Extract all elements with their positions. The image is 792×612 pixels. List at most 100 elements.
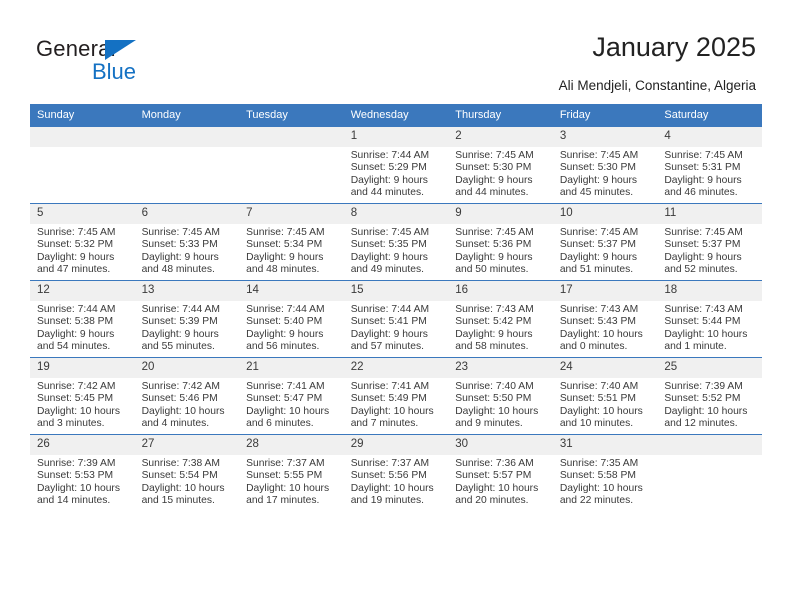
day-number <box>657 435 762 455</box>
sunrise-text: Sunrise: 7:45 AM <box>141 227 220 238</box>
sunset-text: Sunset: 5:29 PM <box>350 162 427 174</box>
calendar-day-cell[interactable]: 2 Sunrise: 7:45 AM Sunset: 5:30 PM Daylight… <box>448 126 553 204</box>
day-number: 22 <box>343 358 449 378</box>
general-blue-logo[interactable]: General Blue <box>36 36 176 88</box>
day-number: 14 <box>239 281 344 301</box>
sunrise-text: Sunrise: 7:37 AM <box>246 458 325 469</box>
calendar-day-cell[interactable]: 25 Sunrise: 7:39 AM Sunset: 5:52 PM Dayligh… <box>657 357 762 435</box>
sunset-text: Sunset: 5:52 PM <box>664 393 741 405</box>
calendar-day-cell[interactable]: 5 Sunrise: 7:45 AM Sunset: 5:32 PM Daylight… <box>30 203 135 281</box>
day-number <box>134 127 240 147</box>
calendar-day-cell[interactable]: 27 Sunrise: 7:38 AM Sunset: 5:54 PM Dayligh… <box>134 434 240 511</box>
daylight-text-line2: and 0 minutes. <box>559 341 628 353</box>
day-details: Sunrise: 7:43 AM Sunset: 5:44 PM Daylight:… <box>657 301 762 354</box>
daylight-text-line1: Daylight: 10 hours <box>559 405 643 417</box>
day-details: Sunrise: 7:37 AM Sunset: 5:56 PM Daylight:… <box>344 455 449 508</box>
daylight-text-line2: and 51 minutes. <box>559 264 634 276</box>
sunrise-text: Sunrise: 7:43 AM <box>455 304 534 315</box>
weekday-header-friday: Friday <box>552 104 658 127</box>
calendar-day-cell[interactable]: 11 Sunrise: 7:45 AM Sunset: 5:37 PM Dayligh… <box>657 203 762 281</box>
daylight-text-line2: and 9 minutes. <box>455 418 523 430</box>
calendar-day-cell[interactable]: 18 Sunrise: 7:43 AM Sunset: 5:44 PM Dayligh… <box>657 280 762 358</box>
daylight-text-line2: and 12 minutes. <box>664 418 738 430</box>
sunrise-text: Sunrise: 7:45 AM <box>455 227 534 238</box>
daylight-text-line2: and 22 minutes. <box>559 495 634 507</box>
calendar-day-cell[interactable]: 15 Sunrise: 7:44 AM Sunset: 5:41 PM Dayligh… <box>343 280 449 358</box>
day-number: 18 <box>657 281 762 301</box>
calendar-day-cell[interactable]: 23 Sunrise: 7:40 AM Sunset: 5:50 PM Dayligh… <box>448 357 553 435</box>
day-details: Sunrise: 7:42 AM Sunset: 5:46 PM Daylight:… <box>135 378 240 431</box>
calendar-day-cell[interactable]: 12 Sunrise: 7:44 AM Sunset: 5:38 PM Dayligh… <box>30 280 135 358</box>
calendar-day-cell[interactable]: 7 Sunrise: 7:45 AM Sunset: 5:34 PM Daylight… <box>239 203 344 281</box>
calendar-day-cell[interactable]: 9 Sunrise: 7:45 AM Sunset: 5:36 PM Daylight… <box>448 203 553 281</box>
calendar-day-cell[interactable]: 6 Sunrise: 7:45 AM Sunset: 5:33 PM Daylight… <box>134 203 240 281</box>
daylight-text-line1: Daylight: 10 hours <box>350 405 434 417</box>
daylight-text-line1: Daylight: 10 hours <box>559 482 643 494</box>
sunrise-text: Sunrise: 7:39 AM <box>37 458 116 469</box>
calendar-day-cell[interactable]: 31 Sunrise: 7:35 AM Sunset: 5:58 PM Dayligh… <box>552 434 658 511</box>
calendar-day-cell[interactable]: 26 Sunrise: 7:39 AM Sunset: 5:53 PM Dayligh… <box>30 434 135 511</box>
calendar-day-cell[interactable]: 29 Sunrise: 7:37 AM Sunset: 5:56 PM Dayligh… <box>343 434 449 511</box>
day-number: 7 <box>239 204 344 224</box>
sunset-text: Sunset: 5:49 PM <box>350 393 427 405</box>
daylight-text-line2: and 55 minutes. <box>141 341 215 353</box>
weekday-header-saturday: Saturday <box>657 104 762 127</box>
day-number: 3 <box>552 127 658 147</box>
calendar-day-cell[interactable]: 16 Sunrise: 7:43 AM Sunset: 5:42 PM Dayligh… <box>448 280 553 358</box>
calendar-day-cell[interactable]: 19 Sunrise: 7:42 AM Sunset: 5:45 PM Dayligh… <box>30 357 135 435</box>
calendar-week-row: 12 Sunrise: 7:44 AM Sunset: 5:38 PM Dayligh… <box>30 280 762 358</box>
triangle-icon <box>105 40 136 60</box>
day-details: Sunrise: 7:45 AM Sunset: 5:32 PM Daylight:… <box>30 224 135 277</box>
weekday-header-sunday: Sunday <box>30 104 135 127</box>
daylight-text-line1: Daylight: 9 hours <box>141 251 219 263</box>
sunrise-text: Sunrise: 7:44 AM <box>350 304 430 315</box>
sunrise-text: Sunrise: 7:41 AM <box>246 381 325 392</box>
sunset-text: Sunset: 5:45 PM <box>37 393 114 405</box>
calendar-day-cell[interactable]: 1 Sunrise: 7:44 AM Sunset: 5:29 PM Daylight… <box>343 126 449 204</box>
daylight-text-line2: and 14 minutes. <box>37 495 111 507</box>
day-number: 17 <box>552 281 658 301</box>
calendar-day-cell[interactable]: 22 Sunrise: 7:41 AM Sunset: 5:49 PM Dayligh… <box>343 357 449 435</box>
daylight-text-line2: and 46 minutes. <box>664 187 738 199</box>
calendar-day-cell[interactable]: 30 Sunrise: 7:36 AM Sunset: 5:57 PM Dayligh… <box>448 434 553 511</box>
day-number: 30 <box>448 435 553 455</box>
daylight-text-line2: and 54 minutes. <box>37 341 111 353</box>
daylight-text-line2: and 4 minutes. <box>141 418 210 430</box>
calendar-day-cell[interactable]: 8 Sunrise: 7:45 AM Sunset: 5:35 PM Daylight… <box>343 203 449 281</box>
calendar-day-cell[interactable]: 3 Sunrise: 7:45 AM Sunset: 5:30 PM Daylight… <box>552 126 658 204</box>
daylight-text-line1: Daylight: 9 hours <box>246 251 324 263</box>
calendar-day-cell[interactable]: 17 Sunrise: 7:43 AM Sunset: 5:43 PM Dayligh… <box>552 280 658 358</box>
day-details: Sunrise: 7:45 AM Sunset: 5:34 PM Daylight:… <box>239 224 344 277</box>
sunset-text: Sunset: 5:47 PM <box>246 393 323 405</box>
logo-text-blue: Blue <box>92 59 137 84</box>
day-number: 2 <box>448 127 553 147</box>
calendar-day-cell[interactable]: 14 Sunrise: 7:44 AM Sunset: 5:40 PM Dayligh… <box>239 280 344 358</box>
sunset-text: Sunset: 5:38 PM <box>37 316 114 328</box>
calendar-day-cell[interactable]: 28 Sunrise: 7:37 AM Sunset: 5:55 PM Dayligh… <box>239 434 344 511</box>
daylight-text-line2: and 1 minute. <box>664 341 727 353</box>
day-details: Sunrise: 7:44 AM Sunset: 5:41 PM Daylight:… <box>344 301 449 354</box>
daylight-text-line1: Daylight: 9 hours <box>559 174 638 186</box>
day-details: Sunrise: 7:40 AM Sunset: 5:50 PM Daylight:… <box>448 378 553 431</box>
sunrise-text: Sunrise: 7:44 AM <box>141 304 220 315</box>
day-number: 5 <box>30 204 135 224</box>
daylight-text-line1: Daylight: 10 hours <box>664 328 748 340</box>
day-details: Sunrise: 7:44 AM Sunset: 5:40 PM Daylight:… <box>239 301 344 354</box>
calendar-day-cell[interactable]: 13 Sunrise: 7:44 AM Sunset: 5:39 PM Dayligh… <box>134 280 240 358</box>
sunset-text: Sunset: 5:54 PM <box>141 470 218 482</box>
sunrise-text: Sunrise: 7:45 AM <box>246 227 325 238</box>
day-number: 12 <box>30 281 135 301</box>
sunrise-text: Sunrise: 7:45 AM <box>559 227 639 238</box>
daylight-text-line1: Daylight: 9 hours <box>141 328 219 340</box>
calendar-day-cell[interactable]: 10 Sunrise: 7:45 AM Sunset: 5:37 PM Dayligh… <box>552 203 658 281</box>
day-details: Sunrise: 7:45 AM Sunset: 5:37 PM Daylight:… <box>553 224 658 277</box>
daylight-text-line1: Daylight: 9 hours <box>37 328 115 340</box>
day-number: 26 <box>30 435 135 455</box>
calendar-day-cell[interactable]: 24 Sunrise: 7:40 AM Sunset: 5:51 PM Dayligh… <box>552 357 658 435</box>
calendar-table: Sunday Monday Tuesday Wednesday Thursday… <box>30 104 762 511</box>
calendar-page: General Blue January 2025 Ali Mendjeli, … <box>0 0 792 612</box>
calendar-day-cell[interactable]: 20 Sunrise: 7:42 AM Sunset: 5:46 PM Dayligh… <box>134 357 240 435</box>
daylight-text-line1: Daylight: 10 hours <box>246 405 330 417</box>
calendar-day-cell[interactable]: 21 Sunrise: 7:41 AM Sunset: 5:47 PM Dayligh… <box>239 357 344 435</box>
calendar-day-cell[interactable]: 4 Sunrise: 7:45 AM Sunset: 5:31 PM Daylight… <box>657 126 762 204</box>
